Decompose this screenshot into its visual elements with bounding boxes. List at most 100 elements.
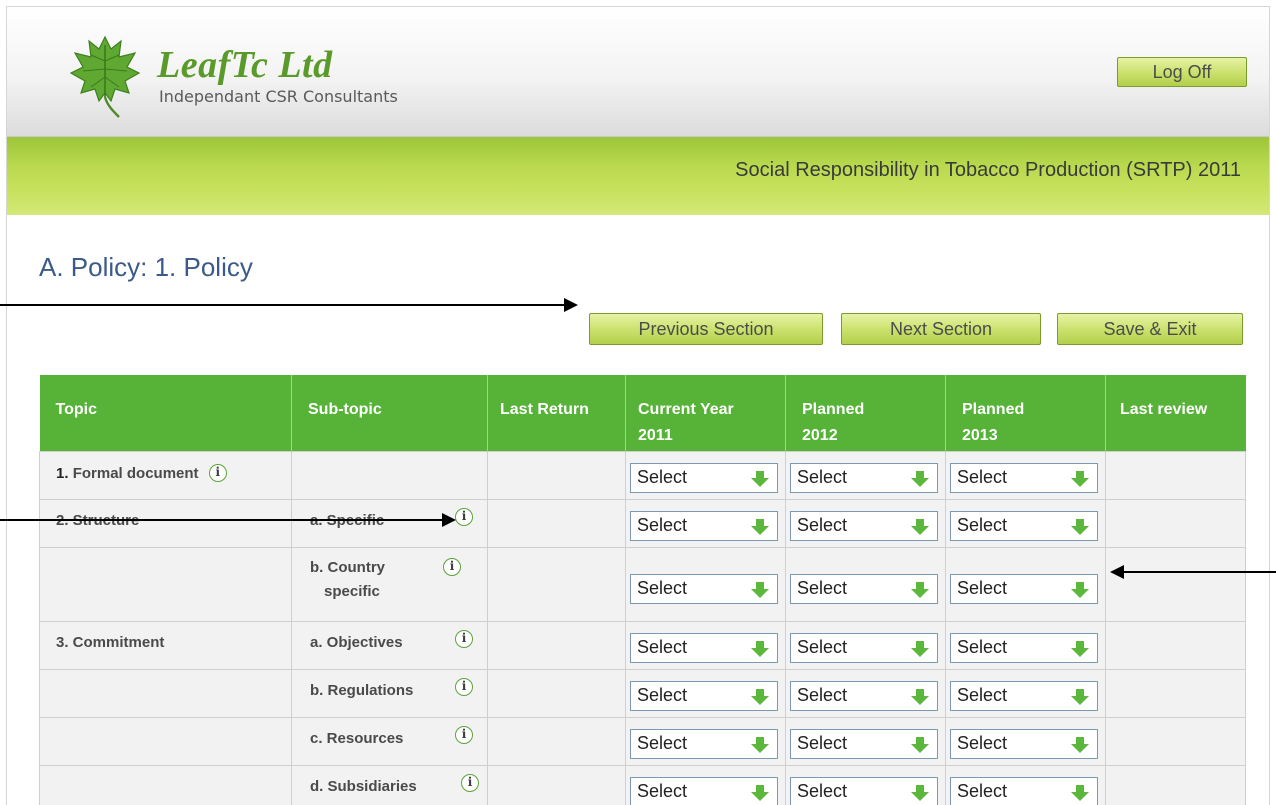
select-planned-2012[interactable]: Select xyxy=(790,463,938,493)
last-review-cell xyxy=(1105,546,1246,622)
col-header-subtopic: Sub-topic xyxy=(291,375,488,451)
subtopic-cell: a. Objectives i xyxy=(291,620,488,670)
subtopic-cell xyxy=(291,450,488,500)
last-return-cell xyxy=(487,620,626,670)
col-header-last-review: Last review xyxy=(1105,375,1246,451)
dropdown-arrow-icon xyxy=(911,582,929,598)
dropdown-arrow-icon xyxy=(1071,785,1089,801)
info-icon[interactable]: i xyxy=(455,629,473,648)
subtopic-cell: c. Resources i xyxy=(291,716,488,766)
select-current-year[interactable]: Select xyxy=(630,777,778,805)
topic-cell xyxy=(39,764,292,805)
topic-cell xyxy=(39,546,292,622)
table-row: 3. Commitment a. Objectives i Select Sel… xyxy=(39,620,1246,670)
last-review-cell xyxy=(1105,498,1246,548)
last-review-cell xyxy=(1105,668,1246,718)
annotation-arrow-line xyxy=(0,304,566,306)
annotation-arrow-line xyxy=(1124,571,1276,573)
table-header-row: Topic Sub-topic Last Return Current Year… xyxy=(39,375,1246,451)
select-planned-2013[interactable]: Select xyxy=(950,511,1098,541)
select-planned-2012[interactable]: Select xyxy=(790,777,938,805)
dropdown-arrow-icon xyxy=(911,737,929,753)
dropdown-arrow-icon xyxy=(911,519,929,535)
next-section-button[interactable]: Next Section xyxy=(841,313,1041,345)
select-planned-2012[interactable]: Select xyxy=(790,574,938,604)
dropdown-arrow-icon xyxy=(751,737,769,753)
banner: Social Responsibility in Tobacco Product… xyxy=(7,137,1269,215)
site-header: LeafTc Ltd Independant CSR Consultants L… xyxy=(7,7,1269,137)
table-row: b. Country specific i Select Select Sele… xyxy=(39,546,1246,622)
last-return-cell xyxy=(487,764,626,805)
brand-name: LeafTc Ltd xyxy=(157,44,333,86)
subtopic-cell: b. Regulations i xyxy=(291,668,488,718)
dropdown-arrow-icon xyxy=(751,582,769,598)
select-planned-2012[interactable]: Select xyxy=(790,511,938,541)
info-icon[interactable]: i xyxy=(443,557,461,576)
logoff-button[interactable]: Log Off xyxy=(1117,57,1247,87)
select-current-year[interactable]: Select xyxy=(630,463,778,493)
info-icon[interactable]: i xyxy=(455,677,473,696)
dropdown-arrow-icon xyxy=(1071,689,1089,705)
annotation-arrowhead xyxy=(442,513,456,527)
info-icon[interactable]: i xyxy=(455,725,473,744)
info-icon[interactable]: i xyxy=(455,507,473,526)
select-current-year[interactable]: Select xyxy=(630,633,778,663)
select-planned-2013[interactable]: Select xyxy=(950,574,1098,604)
select-planned-2013[interactable]: Select xyxy=(950,681,1098,711)
select-planned-2013[interactable]: Select xyxy=(950,463,1098,493)
col-header-planned-2013: Planned 2013 xyxy=(945,375,1106,451)
last-return-cell xyxy=(487,546,626,622)
info-icon[interactable]: i xyxy=(461,773,479,792)
annotation-arrowhead xyxy=(564,298,578,312)
dropdown-arrow-icon xyxy=(751,689,769,705)
banner-title: Social Responsibility in Tobacco Product… xyxy=(735,159,1241,181)
info-icon[interactable]: i xyxy=(208,463,227,482)
topic-cell xyxy=(39,668,292,718)
table-row: 2. Structure a. Specific i Select Select… xyxy=(39,498,1246,548)
dropdown-arrow-icon xyxy=(911,785,929,801)
last-return-cell xyxy=(487,668,626,718)
table-row: b. Regulations i Select Select Select xyxy=(39,668,1246,718)
annotation-arrow-line xyxy=(0,519,444,521)
dropdown-arrow-icon xyxy=(1071,737,1089,753)
last-review-cell xyxy=(1105,450,1246,500)
subtopic-cell: d. Subsidiaries i xyxy=(291,764,488,805)
table-row: 1. Formal document i Select Select Selec… xyxy=(39,450,1246,500)
dropdown-arrow-icon xyxy=(911,471,929,487)
dropdown-arrow-icon xyxy=(751,471,769,487)
leaf-logo-icon xyxy=(69,35,141,118)
col-header-last-return: Last Return xyxy=(487,375,626,451)
select-planned-2013[interactable]: Select xyxy=(950,633,1098,663)
last-review-cell xyxy=(1105,764,1246,805)
previous-section-button[interactable]: Previous Section xyxy=(589,313,823,345)
select-planned-2012[interactable]: Select xyxy=(790,729,938,759)
last-review-cell xyxy=(1105,716,1246,766)
select-planned-2012[interactable]: Select xyxy=(790,681,938,711)
save-exit-button[interactable]: Save & Exit xyxy=(1057,313,1243,345)
topic-cell: 3. Commitment xyxy=(39,620,292,670)
annotation-arrowhead xyxy=(1110,565,1124,579)
select-planned-2013[interactable]: Select xyxy=(950,729,1098,759)
dropdown-arrow-icon xyxy=(1071,582,1089,598)
col-header-current-year: Current Year 2011 xyxy=(625,375,786,451)
select-planned-2013[interactable]: Select xyxy=(950,777,1098,805)
brand-tagline: Independant CSR Consultants xyxy=(159,87,398,106)
select-current-year[interactable]: Select xyxy=(630,729,778,759)
last-return-cell xyxy=(487,716,626,766)
topic-cell xyxy=(39,716,292,766)
select-planned-2012[interactable]: Select xyxy=(790,633,938,663)
select-current-year[interactable]: Select xyxy=(630,574,778,604)
table-row: d. Subsidiaries i Select Select Select xyxy=(39,764,1246,805)
col-header-topic: Topic xyxy=(39,375,292,451)
app-frame: LeafTc Ltd Independant CSR Consultants L… xyxy=(6,6,1270,805)
select-current-year[interactable]: Select xyxy=(630,681,778,711)
dropdown-arrow-icon xyxy=(911,689,929,705)
dropdown-arrow-icon xyxy=(1071,641,1089,657)
subtopic-cell: a. Specific i xyxy=(291,498,488,548)
policy-table: Topic Sub-topic Last Return Current Year… xyxy=(39,375,1246,805)
topic-cell: 1. Formal document i xyxy=(39,450,292,500)
select-current-year[interactable]: Select xyxy=(630,511,778,541)
dropdown-arrow-icon xyxy=(1071,471,1089,487)
last-return-cell xyxy=(487,498,626,548)
dropdown-arrow-icon xyxy=(751,785,769,801)
